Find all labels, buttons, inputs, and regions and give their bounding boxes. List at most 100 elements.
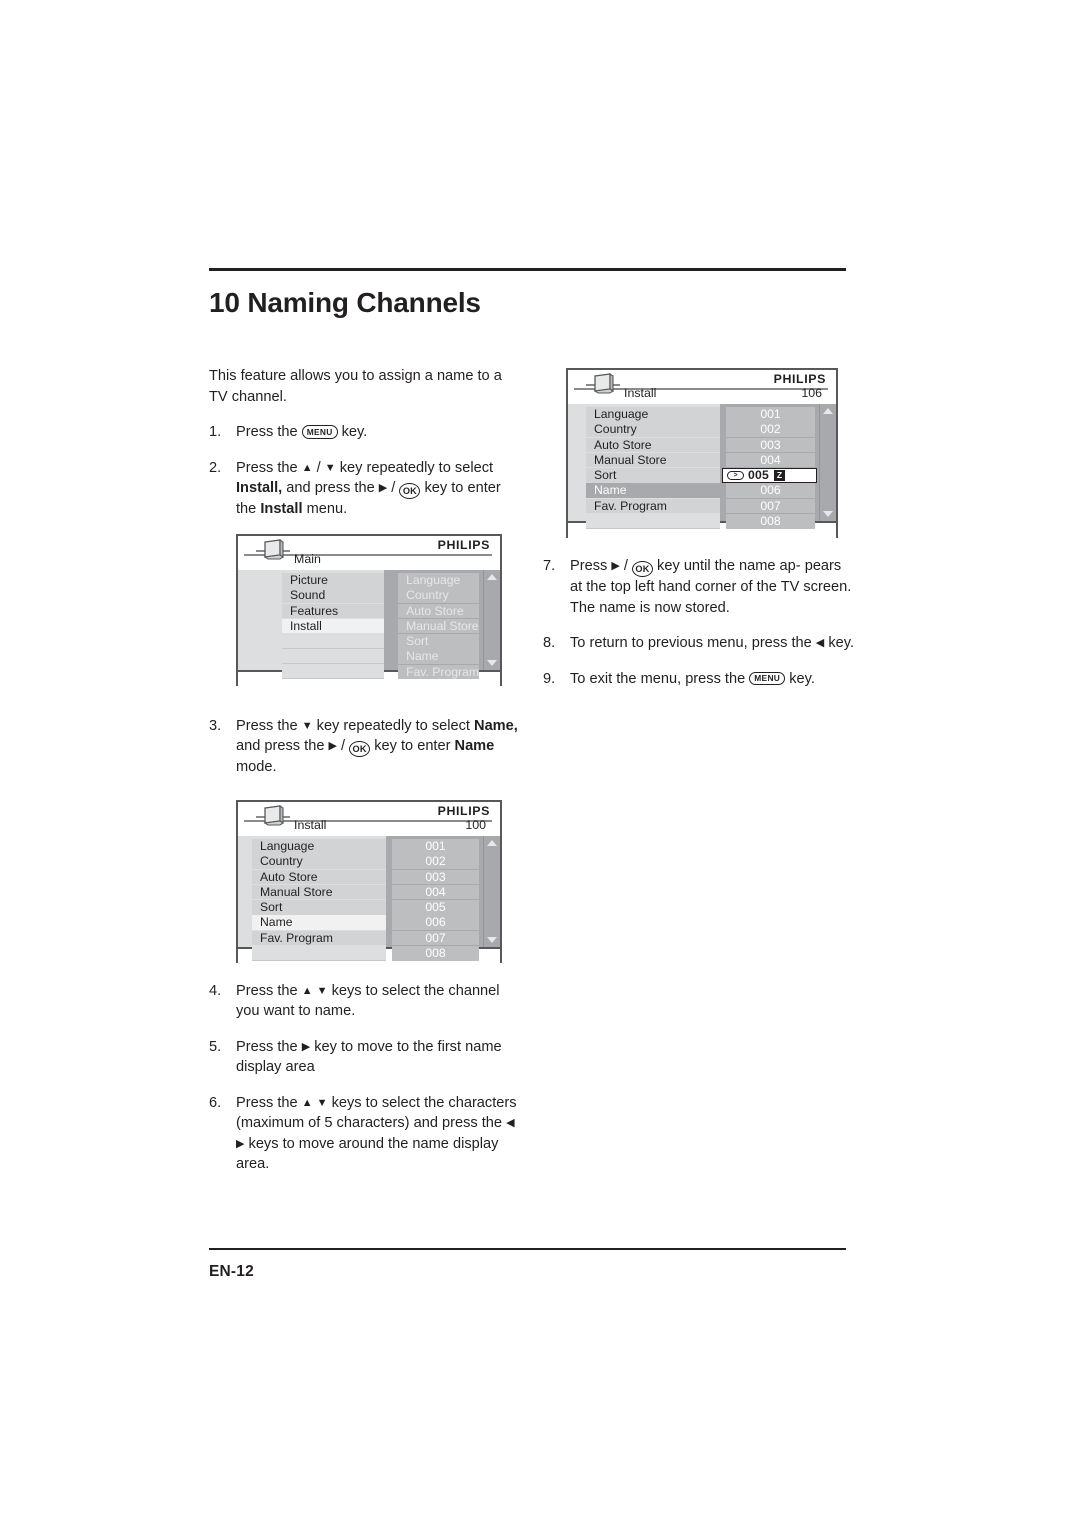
step-3-sep: / [336,738,350,754]
page-title: 10 Naming Channels [209,287,481,318]
tv-channel-number: 106 [801,386,822,400]
tv-pane-right: 001 002 003 004 > 005 Z 006 007 008 [720,404,819,529]
step-9-text-b: key. [785,670,815,687]
submenu-item-manual-store[interactable]: Manual Store [398,618,479,634]
scroll-up-arrow-icon[interactable] [823,408,833,414]
channel-row-002[interactable]: 002 [392,854,479,869]
step-1-text-post: key. [337,424,368,440]
tv-monitor-icon [256,804,290,830]
step-6-number: 6. [209,1094,222,1111]
submenu-item-country[interactable]: Country [398,588,479,603]
menu-item-manual-store[interactable]: Manual Store [252,884,386,900]
menu-item-empty [252,945,386,961]
menu-item-country[interactable]: Country [586,422,720,437]
scroll-down-arrow-icon[interactable] [823,511,833,517]
tv-menu-name-edit-screenshot: PHILIPS Install 106 Language Country Aut… [566,368,838,539]
channel-row-004[interactable]: 004 [726,452,815,468]
step-3-text-a: Press the [236,717,302,734]
channel-row-007[interactable]: 007 [726,498,815,514]
menu-item-name[interactable]: Name [586,483,720,498]
menu-item-language[interactable]: Language [586,407,720,422]
step-8-body: To return to previous menu, press the ◀ … [570,633,855,654]
step-9: 9. To exit the menu, press the MENU key. [543,669,855,690]
step-3-text-c: and press the [236,738,329,754]
scrollbar[interactable] [483,836,500,947]
step-6-body: Press the ▲ ▼ keys to select the charact… [236,1093,521,1175]
channel-row-006[interactable]: 006 [726,483,815,498]
step-6-text-d: and press the [413,1115,507,1131]
channel-row-008[interactable]: 008 [726,513,815,529]
channel-row-003[interactable]: 003 [392,869,479,885]
right-column: 7. Press ▶ / OK key until the name ap- p… [543,556,855,689]
menu-item-picture[interactable]: Picture [282,573,385,588]
menu-item-name[interactable]: Name [252,915,386,930]
step-8-text-b: key. [824,635,855,651]
philips-logo: PHILIPS [437,804,490,818]
submenu-item-name[interactable]: Name [398,649,479,664]
program-pill-icon: > [727,470,744,480]
step-4: 4. Press the ▲ ▼ keys to select the chan… [209,981,521,1022]
channel-row-007[interactable]: 007 [392,930,479,946]
submenu-item-fav-program[interactable]: Fav. Program [398,664,479,680]
step-3-name-bold-2: Name [454,738,495,754]
submenu-item-auto-store[interactable]: Auto Store [398,603,479,619]
menu-item-empty [282,649,385,664]
step-3-body: Press the ▼ key repeatedly to select Nam… [236,716,521,778]
menu-item-country[interactable]: Country [252,854,386,869]
menu-item-sort[interactable]: Sort [252,900,386,915]
tv-header: PHILIPS Main [238,536,500,570]
menu-item-manual-store[interactable]: Manual Store [586,452,720,468]
tv-monitor-icon [586,372,620,398]
step-6-text-e: keys to move [244,1135,335,1152]
scrollbar[interactable] [819,404,836,521]
step-3-text-d: key to [370,738,414,754]
step-2-text-d: and press the [282,480,379,496]
channel-row-004[interactable]: 004 [392,884,479,900]
channel-row-003[interactable]: 003 [726,437,815,453]
menu-item-language[interactable]: Language [252,839,386,854]
channel-row-002[interactable]: 002 [726,422,815,437]
menu-item-sort[interactable]: Sort [586,468,720,483]
menu-item-install[interactable]: Install [282,618,385,634]
tv-pane-right: Language Country Auto Store Manual Store… [384,570,483,680]
menu-item-auto-store[interactable]: Auto Store [252,869,386,885]
ok-key-icon: OK [632,561,653,577]
step-2: 2. Press the ▲ / ▼ key repeatedly to sel… [209,458,521,520]
scroll-down-arrow-icon[interactable] [487,660,497,666]
tv-header: PHILIPS Install 106 [568,370,836,404]
submenu-item-language[interactable]: Language [398,573,479,588]
submenu-item-sort[interactable]: Sort [398,634,479,649]
scroll-up-arrow-icon[interactable] [487,574,497,580]
step-3-text-e: enter [417,738,455,754]
menu-item-features[interactable]: Features [282,603,385,619]
menu-item-sound[interactable]: Sound [282,588,385,603]
tv-menu-main-screenshot: PHILIPS Main Picture Sound Features Inst… [236,534,502,688]
channel-row-001[interactable]: 001 [392,839,479,854]
philips-logo: PHILIPS [773,372,826,386]
channel-row-001[interactable]: 001 [726,407,815,422]
scroll-down-arrow-icon[interactable] [487,937,497,943]
arrow-left-icon: ◀ [815,637,825,649]
menu-item-auto-store[interactable]: Auto Store [586,437,720,453]
step-1-text-pre: Press the [236,424,302,440]
scroll-up-arrow-icon[interactable] [487,840,497,846]
menu-item-fav-program[interactable]: Fav. Program [586,498,720,514]
channel-row-006[interactable]: 006 [392,915,479,930]
step-1-body: Press the MENU key. [236,422,521,443]
step-3: 3. Press the ▼ key repeatedly to select … [209,716,521,778]
tv-menu-title: Install [294,818,327,832]
channel-row-008[interactable]: 008 [392,945,479,961]
tv-menu-title: Main [294,552,321,566]
tv-body: Language Country Auto Store Manual Store… [568,404,836,529]
scrollbar[interactable] [483,570,500,670]
header-rule [209,268,846,271]
step-1-number: 1. [209,424,222,440]
name-character-box[interactable]: Z [773,469,785,481]
channel-row-005[interactable]: 005 [392,900,479,915]
step-5: 5. Press the ▶ key to move to the first … [209,1037,521,1078]
left-column: This feature allows you to assign a name… [209,366,521,1175]
channel-row-005-selected[interactable]: > 005 Z [722,468,817,483]
menu-item-fav-program[interactable]: Fav. Program [252,930,386,946]
step-7: 7. Press ▶ / OK key until the name ap- p… [543,556,855,618]
step-2-body: Press the ▲ / ▼ key repeatedly to select… [236,458,521,520]
